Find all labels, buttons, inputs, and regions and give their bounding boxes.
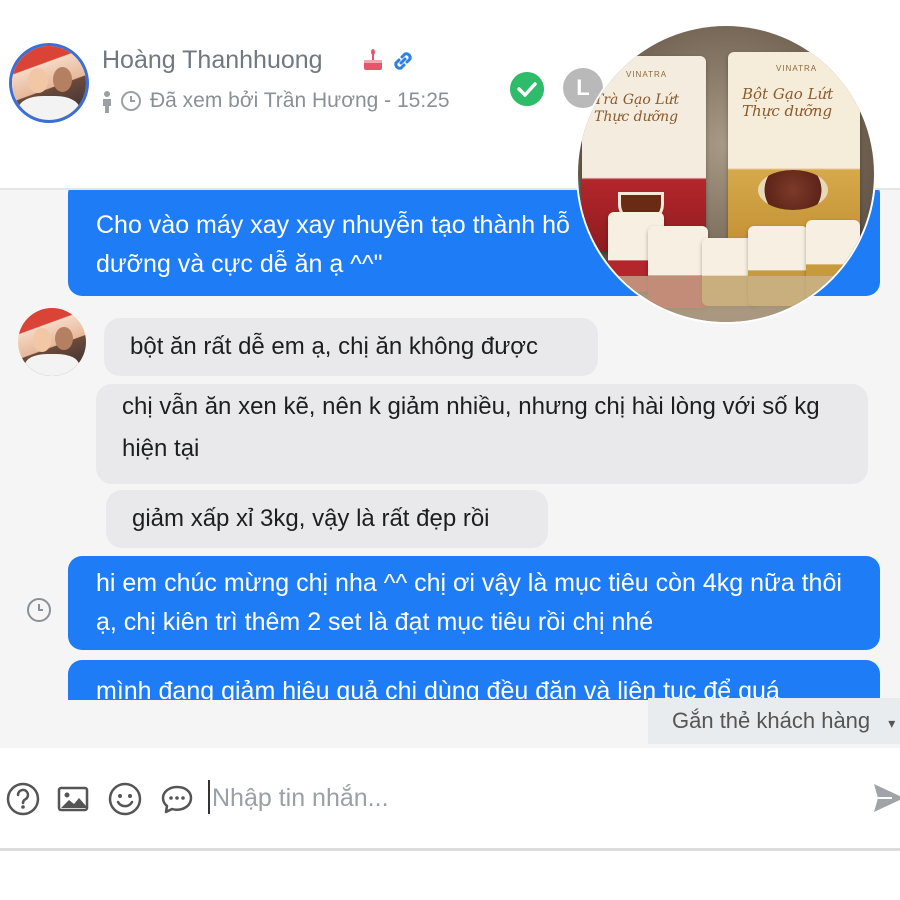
message-input[interactable] — [212, 776, 812, 820]
incoming-message: bột ăn rất dễ em ạ, chị ăn không được — [104, 318, 598, 376]
quick-reply-icon[interactable] — [160, 782, 194, 816]
product-photo: VINATRA Trà Gạo Lứt Thực dưỡng VINATRA B… — [578, 26, 874, 322]
text-caret — [208, 780, 210, 814]
clock-icon — [121, 91, 141, 111]
basket — [578, 276, 874, 322]
clock-icon — [27, 598, 51, 622]
sender-avatar[interactable] — [18, 308, 86, 376]
image-icon[interactable] — [56, 782, 90, 816]
link-icon[interactable] — [390, 48, 416, 74]
emoji-icon[interactable] — [108, 782, 142, 816]
chevron-down-icon: ▾ — [888, 715, 896, 731]
outgoing-message-partial: mình đang giảm hiệu quả chị dùng đều đặn… — [68, 660, 880, 700]
person-icon — [103, 91, 111, 113]
birthday-cake-icon — [364, 49, 382, 70]
contact-name[interactable]: Hoàng Thanhhuong — [102, 46, 323, 75]
outgoing-message: hi em chúc mừng chị nha ^^ chị ơi vậy là… — [68, 556, 880, 650]
composer-divider — [0, 848, 900, 851]
rice-bowl-icon — [758, 170, 828, 210]
send-icon[interactable] — [872, 780, 900, 816]
seen-status: Đã xem bởi Trần Hương - 15:25 — [150, 89, 450, 112]
tag-customer-button[interactable]: Gắn thẻ khách hàng ▾ — [648, 698, 900, 744]
incoming-message: giảm xấp xỉ 3kg, vậy là rất đẹp rồi — [106, 490, 548, 548]
contact-avatar[interactable] — [12, 46, 86, 120]
incoming-message: chị vẫn ăn xen kẽ, nên k giảm nhiều, như… — [96, 384, 868, 484]
help-icon[interactable] — [6, 782, 40, 816]
check-icon[interactable] — [510, 72, 544, 106]
